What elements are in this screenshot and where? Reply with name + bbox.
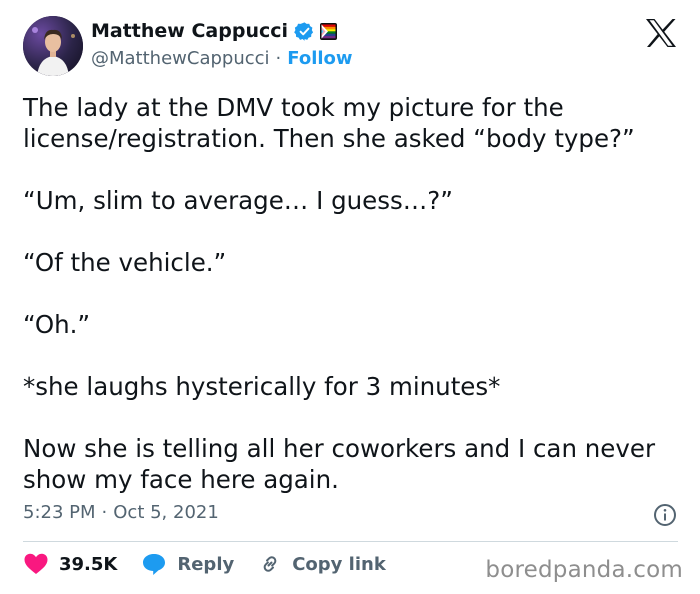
flag-icon <box>320 22 338 40</box>
author-handle[interactable]: @MatthewCappucci <box>91 48 270 69</box>
separator-dot: · <box>275 48 282 69</box>
tweet-paragraph: “Of the vehicle.” <box>23 248 227 277</box>
author-name[interactable]: Matthew Cappucci <box>91 20 288 42</box>
separator-dot: · <box>101 502 108 523</box>
speech-bubble-icon <box>143 554 166 575</box>
tweet-paragraph: “Oh.” <box>23 310 91 339</box>
author-handle-row: @MatthewCappucci · Follow <box>91 48 353 69</box>
x-logo-icon[interactable] <box>645 18 677 48</box>
verified-badge-icon <box>294 21 314 41</box>
tweet-paragraph: Now she is telling all her coworkers and… <box>23 434 656 494</box>
tweet-paragraph: The lady at the DMV took my picture for … <box>23 93 635 153</box>
info-icon[interactable] <box>653 503 677 527</box>
tweet-time: 5:23 PM <box>23 502 96 523</box>
reply-button[interactable]: Reply <box>141 552 234 576</box>
link-icon <box>263 556 277 572</box>
divider <box>23 541 678 542</box>
tweet-timestamp[interactable]: 5:23 PM · Oct 5, 2021 <box>23 502 219 523</box>
author-name-row: Matthew Cappucci <box>91 20 338 42</box>
copy-link-label: Copy link <box>292 553 386 575</box>
like-count: 39.5K <box>59 553 118 575</box>
tweet-date: Oct 5, 2021 <box>113 502 219 523</box>
copy-link-button[interactable]: Copy link <box>258 552 386 576</box>
tweet-paragraph: “Um, slim to average… I guess…?” <box>23 186 453 215</box>
tweet-text: The lady at the DMV took my picture for … <box>23 92 683 495</box>
reply-label: Reply <box>177 553 235 575</box>
watermark: boredpanda.com <box>485 557 683 583</box>
avatar-image <box>23 16 83 76</box>
tweet-paragraph: *she laughs hysterically for 3 minutes* <box>23 372 501 401</box>
like-button[interactable]: 39.5K <box>23 552 117 576</box>
action-bar: 39.5K Reply Copy link <box>23 552 410 576</box>
heart-icon <box>24 553 48 574</box>
follow-button[interactable]: Follow <box>287 48 352 69</box>
avatar[interactable] <box>23 16 83 76</box>
